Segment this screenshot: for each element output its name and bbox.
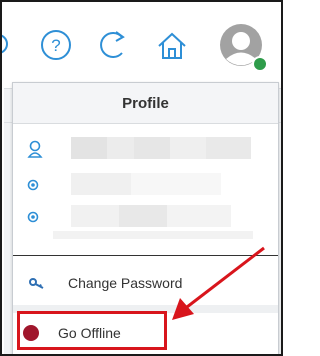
annotation-arrow: [172, 246, 265, 320]
screenshot-frame: ? Profile Change Password Go Offline: [0, 0, 283, 356]
